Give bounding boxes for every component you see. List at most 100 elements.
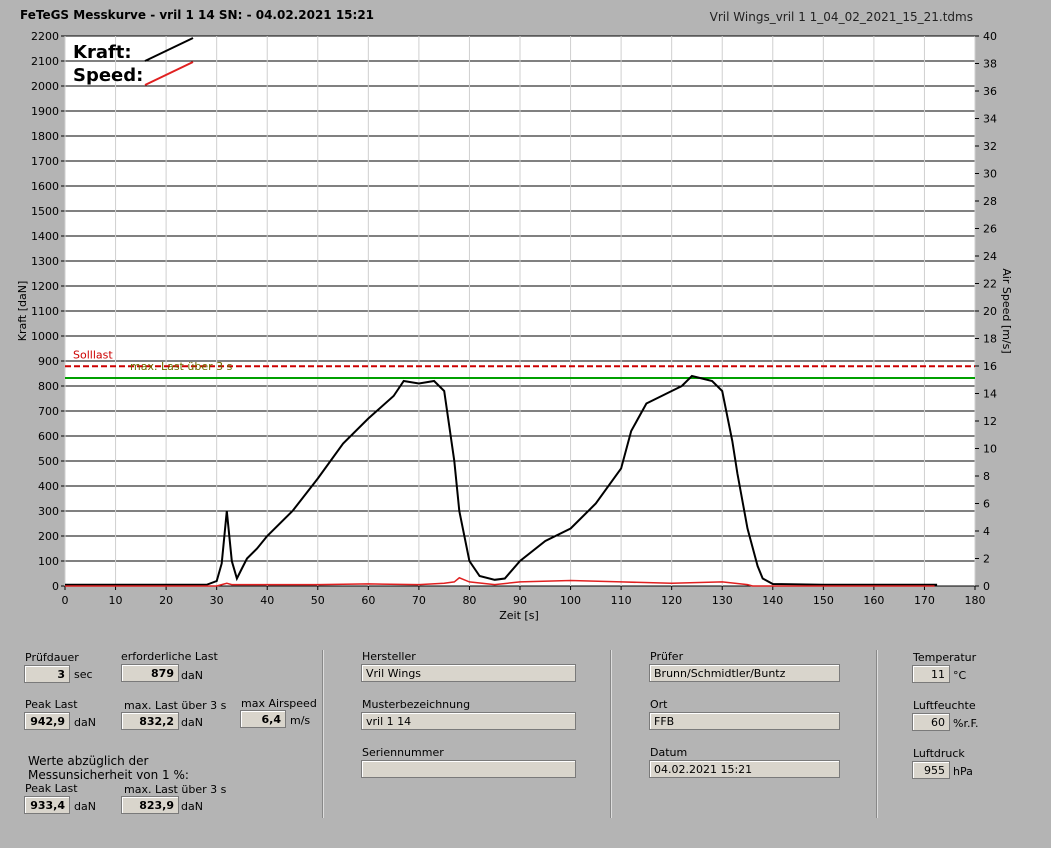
x-tick-label: 90: [513, 594, 527, 607]
x-tick-label: 70: [412, 594, 426, 607]
peak-last-value: 942,9: [24, 712, 70, 730]
y2-tick-label: 18: [983, 333, 997, 346]
datum-field[interactable]: 04.02.2021 15:21: [649, 760, 840, 778]
y-tick-label: 1600: [31, 180, 59, 193]
y-tick-label: 800: [38, 380, 59, 393]
y2-tick-label: 2: [983, 553, 990, 566]
y2-tick-label: 14: [983, 388, 997, 401]
max-last-annotation: max. Last über 3 s: [130, 360, 233, 373]
x-tick-label: 110: [611, 594, 632, 607]
x-tick-label: 140: [762, 594, 783, 607]
y-tick-label: 1200: [31, 280, 59, 293]
max-last2-label: max. Last über 3 s: [124, 783, 227, 796]
max-last2-value: 823,9: [121, 796, 179, 814]
pruefer-field[interactable]: Brunn/Schmidtler/Buntz: [649, 664, 840, 682]
max-last2-unit: daN: [181, 800, 203, 813]
y-tick-label: 500: [38, 455, 59, 468]
ort-field[interactable]: FFB: [649, 712, 840, 730]
solllast-label: Solllast: [73, 348, 113, 361]
legend-speed-label: Speed:: [73, 65, 143, 86]
y-tick-label: 1800: [31, 130, 59, 143]
y2-tick-label: 0: [983, 580, 990, 593]
luftfeuchte-unit: %r.F.: [953, 717, 979, 730]
muster-label: Musterbezeichnung: [362, 698, 471, 711]
y2-tick-label: 26: [983, 223, 997, 236]
y2-tick-label: 22: [983, 278, 997, 291]
x-tick-label: 50: [311, 594, 325, 607]
muster-field[interactable]: vril 1 14: [361, 712, 576, 730]
separator: [322, 650, 324, 818]
luftfeuchte-value: 60: [912, 713, 950, 731]
pruefdauer-label: Prüfdauer: [25, 651, 79, 664]
y2-tick-label: 38: [983, 58, 997, 71]
y2-tick-label: 40: [983, 30, 997, 43]
y-tick-label: 1300: [31, 255, 59, 268]
y-tick-label: 1400: [31, 230, 59, 243]
peak-last2-unit: daN: [74, 800, 96, 813]
temperatur-value: 11: [912, 665, 950, 683]
y2-tick-label: 36: [983, 85, 997, 98]
x-tick-label: 150: [813, 594, 834, 607]
pruefer-label: Prüfer: [650, 650, 684, 663]
luftdruck-unit: hPa: [953, 765, 973, 778]
separator: [876, 650, 878, 818]
y-tick-label: 1100: [31, 305, 59, 318]
x-tick-label: 10: [109, 594, 123, 607]
y2-tick-label: 12: [983, 415, 997, 428]
peak-last2-value: 933,4: [24, 796, 70, 814]
y2-tick-label: 6: [983, 498, 990, 511]
x-tick-label: 170: [914, 594, 935, 607]
hersteller-field[interactable]: Vril Wings: [361, 664, 576, 682]
x-tick-label: 130: [712, 594, 733, 607]
peak-last-label: Peak Last: [25, 698, 78, 711]
werte-text-2: Messunsicherheit von 1 %:: [28, 768, 189, 782]
x-axis-label: Zeit [s]: [499, 609, 538, 622]
x-tick-label: 180: [965, 594, 986, 607]
y-tick-label: 200: [38, 530, 59, 543]
max-airspeed-label: max Airspeed: [241, 697, 317, 710]
y-tick-label: 400: [38, 480, 59, 493]
separator: [610, 650, 612, 818]
y2-tick-label: 32: [983, 140, 997, 153]
hersteller-label: Hersteller: [362, 650, 416, 663]
x-tick-label: 30: [210, 594, 224, 607]
y-tick-label: 900: [38, 355, 59, 368]
pruefdauer-unit: sec: [74, 668, 93, 681]
x-tick-label: 20: [159, 594, 173, 607]
y2-tick-label: 8: [983, 470, 990, 483]
y-axis-label: Kraft [daN]: [16, 281, 29, 342]
y2-tick-label: 30: [983, 168, 997, 181]
x-tick-label: 160: [863, 594, 884, 607]
luftdruck-label: Luftdruck: [913, 747, 965, 760]
max-airspeed-unit: m/s: [290, 714, 311, 727]
y-tick-label: 2100: [31, 55, 59, 68]
y2-tick-label: 16: [983, 360, 997, 373]
serien-label: Seriennummer: [362, 746, 444, 759]
peak-last2-label: Peak Last: [25, 782, 78, 795]
y-tick-label: 600: [38, 430, 59, 443]
y2-tick-label: 4: [983, 525, 990, 538]
peak-last-unit: daN: [74, 716, 96, 729]
y2-tick-label: 28: [983, 195, 997, 208]
serien-field[interactable]: [361, 760, 576, 778]
y2-tick-label: 20: [983, 305, 997, 318]
temperatur-unit: °C: [953, 669, 967, 682]
max-airspeed-value: 6,4: [240, 710, 286, 728]
measurement-chart: 0100200300400500600700800900100011001200…: [16, 30, 1013, 622]
max-last-unit: daN: [181, 716, 203, 729]
x-tick-label: 100: [560, 594, 581, 607]
y-tick-label: 700: [38, 405, 59, 418]
y2-tick-label: 24: [983, 250, 997, 263]
y2-tick-label: 34: [983, 113, 997, 126]
x-tick-label: 80: [462, 594, 476, 607]
x-tick-label: 0: [62, 594, 69, 607]
ort-label: Ort: [650, 698, 668, 711]
y-tick-label: 2000: [31, 80, 59, 93]
temperatur-label: Temperatur: [913, 651, 977, 664]
luftdruck-value: 955: [912, 761, 950, 779]
y2-tick-label: 10: [983, 443, 997, 456]
erf-last-label: erforderliche Last: [121, 650, 218, 663]
y-tick-label: 300: [38, 505, 59, 518]
x-tick-label: 40: [260, 594, 274, 607]
y-tick-label: 0: [52, 580, 59, 593]
